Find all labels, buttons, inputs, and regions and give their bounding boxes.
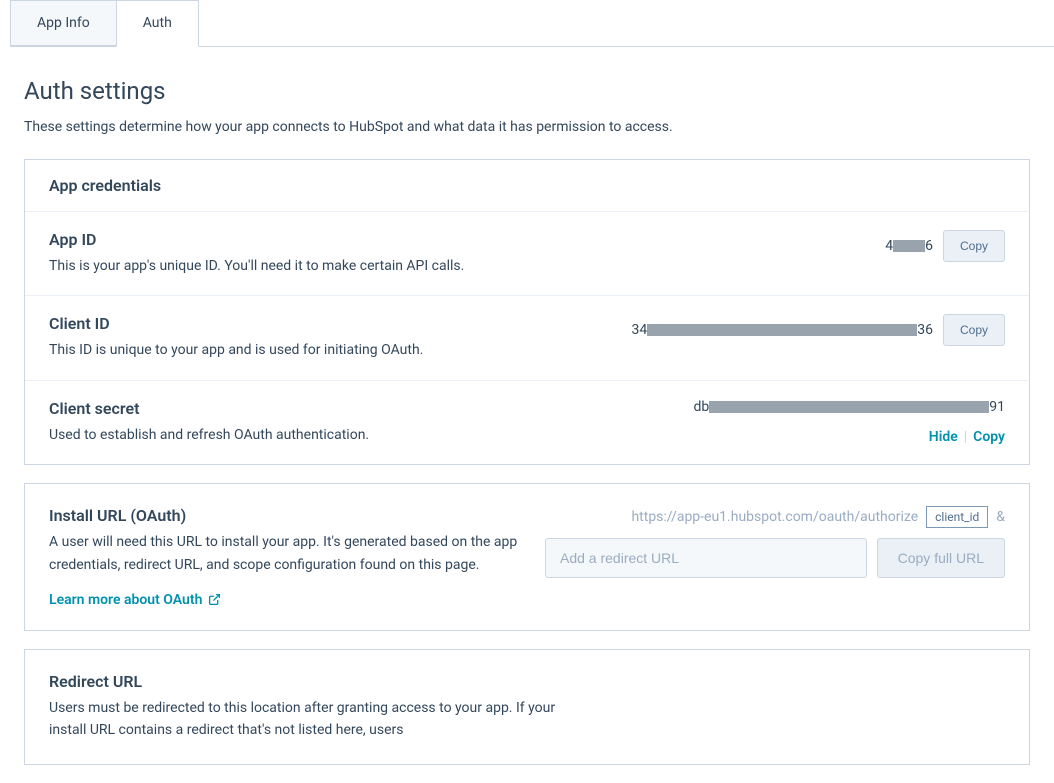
redirect-url-input[interactable] <box>545 538 867 578</box>
install-url-base: https://app-eu1.hubspot.com/oauth/author… <box>631 509 918 525</box>
external-link-icon <box>208 593 221 606</box>
app-id-value: 4 6 <box>885 238 933 254</box>
client-id-row: Client ID This ID is unique to your app … <box>25 296 1029 380</box>
client-secret-suffix: 91 <box>989 399 1005 415</box>
app-id-row: App ID This is your app's unique ID. You… <box>25 212 1029 296</box>
page-title: Auth settings <box>24 77 1030 105</box>
install-url-label: Install URL (OAuth) <box>49 506 525 525</box>
app-credentials-card: App credentials App ID This is your app'… <box>24 159 1030 465</box>
client-id-label: Client ID <box>49 314 569 333</box>
learn-more-oauth-link[interactable]: Learn more about OAuth <box>49 592 221 608</box>
client-id-chip: client_id <box>926 506 988 528</box>
tab-auth[interactable]: Auth <box>116 0 199 47</box>
client-id-value: 34 36 <box>631 322 933 338</box>
redacted-block <box>893 240 925 252</box>
client-id-desc: This ID is unique to your app and is use… <box>49 339 569 361</box>
tab-bar: App Info Auth <box>10 0 1054 47</box>
url-ampersand: & <box>996 509 1005 525</box>
client-id-suffix: 36 <box>917 322 933 338</box>
install-url-desc: A user will need this URL to install you… <box>49 531 525 576</box>
learn-more-text: Learn more about OAuth <box>49 592 202 608</box>
action-divider: | <box>964 429 967 445</box>
redirect-url-label: Redirect URL <box>49 672 569 691</box>
copy-full-url-button[interactable]: Copy full URL <box>877 538 1005 578</box>
client-secret-actions: Hide | Copy <box>929 429 1005 445</box>
redirect-url-card: Redirect URL Users must be redirected to… <box>24 649 1030 765</box>
copy-secret-link[interactable]: Copy <box>973 429 1005 445</box>
client-secret-label: Client secret <box>49 399 569 418</box>
tab-app-info[interactable]: App Info <box>10 0 116 46</box>
install-url-card: Install URL (OAuth) A user will need thi… <box>24 483 1030 631</box>
copy-app-id-button[interactable]: Copy <box>943 230 1005 262</box>
app-id-suffix: 6 <box>925 238 933 254</box>
redacted-block <box>709 401 989 413</box>
client-secret-prefix: db <box>693 399 709 415</box>
app-id-label: App ID <box>49 230 569 249</box>
client-secret-desc: Used to establish and refresh OAuth auth… <box>49 424 569 446</box>
client-id-prefix: 34 <box>631 322 647 338</box>
redacted-block <box>647 324 917 336</box>
client-secret-row: Client secret Used to establish and refr… <box>25 381 1029 464</box>
redirect-url-desc: Users must be redirected to this locatio… <box>49 697 569 742</box>
install-url-preview: https://app-eu1.hubspot.com/oauth/author… <box>631 506 1005 528</box>
page-description: These settings determine how your app co… <box>24 119 1030 135</box>
app-id-desc: This is your app's unique ID. You'll nee… <box>49 255 569 277</box>
hide-secret-link[interactable]: Hide <box>929 429 958 445</box>
client-secret-value: db 91 <box>693 399 1005 415</box>
copy-client-id-button[interactable]: Copy <box>943 314 1005 346</box>
app-id-prefix: 4 <box>885 238 893 254</box>
app-credentials-header: App credentials <box>25 160 1029 212</box>
